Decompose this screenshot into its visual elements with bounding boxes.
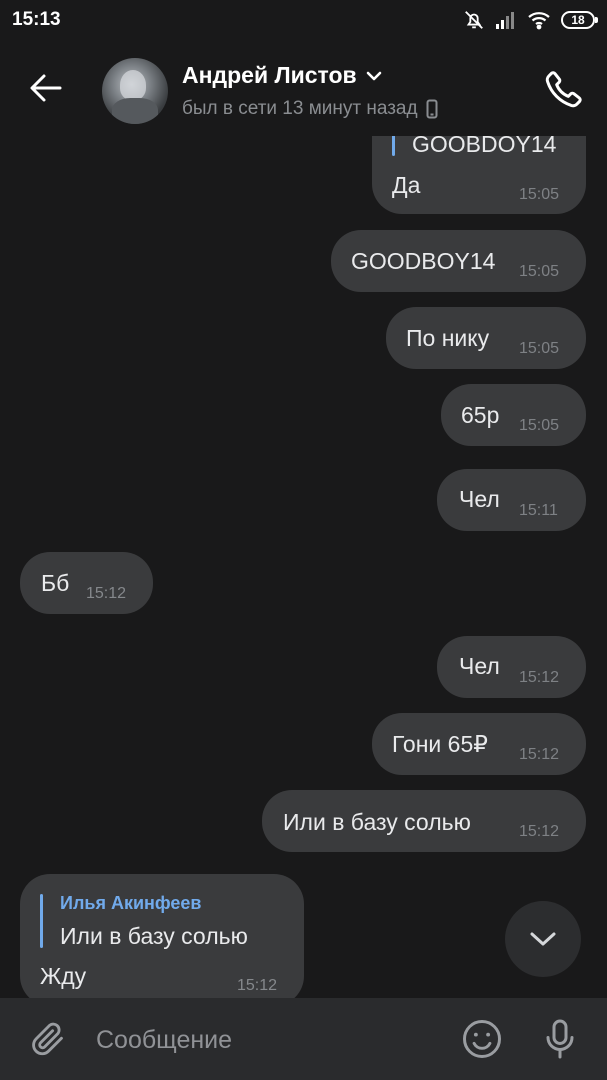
signal-icon [495, 10, 517, 30]
message-time: 15:12 [519, 669, 560, 686]
status-time: 15:13 [12, 9, 61, 30]
last-seen-text: был в сети 13 минут назад [182, 98, 418, 119]
message-text: Гони 65₽ [392, 731, 488, 757]
message-time: 15:05 [519, 417, 560, 434]
message-time: 15:12 [519, 823, 560, 840]
message-bubble-outgoing[interactable]: Гони 65₽ 15:12 [372, 713, 586, 775]
wifi-icon [527, 10, 551, 30]
emoji-button[interactable] [460, 1017, 504, 1061]
message-text: Чел [459, 486, 500, 512]
contact-status: был в сети 13 минут назад [182, 98, 438, 120]
message-bubble-incoming[interactable]: Илья Акинфеев Или в базу солью Жду 15:12 [20, 874, 304, 1006]
status-icons: 18 [463, 8, 598, 32]
microphone-icon [546, 1019, 574, 1059]
back-button[interactable] [20, 64, 72, 112]
message-text: Жду [40, 963, 87, 989]
status-bar: 15:13 18 [0, 0, 607, 40]
message-time: 15:12 [237, 977, 278, 994]
chat-header: Андрей Листов был в сети 13 минут назад [0, 40, 607, 136]
message-composer [0, 998, 607, 1080]
message-bubble-outgoing[interactable]: Или в базу солью 15:12 [262, 790, 586, 852]
message-text: GOODBOY14 [351, 248, 496, 274]
message-bubble-outgoing[interactable]: 65р 15:05 [441, 384, 586, 446]
message-time: 15:05 [519, 186, 560, 203]
message-bubble-outgoing[interactable]: По нику 15:05 [386, 307, 586, 369]
battery-icon: 18 [561, 11, 598, 29]
scroll-down-button[interactable] [505, 901, 581, 977]
emoji-icon [463, 1020, 501, 1058]
message-bubble-outgoing[interactable]: Чел 15:12 [437, 636, 586, 698]
message-text: Бб [41, 570, 70, 596]
message-text: 65р [461, 402, 500, 428]
chevron-down-icon [366, 71, 382, 80]
message-time: 15:05 [519, 340, 560, 357]
message-text: Да [392, 172, 421, 198]
paperclip-icon [32, 1022, 63, 1056]
message-time: 15:05 [519, 263, 560, 280]
reply-author: Илья Акинфеев [60, 893, 202, 913]
message-text: Чел [459, 653, 500, 679]
call-button[interactable] [541, 66, 587, 112]
message-time: 15:12 [86, 585, 127, 602]
message-time: 15:12 [519, 746, 560, 763]
reply-quote: Или в базу солью [60, 923, 248, 949]
mute-icon [463, 9, 485, 31]
message-text: По нику [406, 325, 490, 351]
reply-bar [40, 894, 43, 948]
contact-name-button[interactable]: Андрей Листов [182, 62, 383, 89]
voice-message-button[interactable] [538, 1015, 582, 1063]
mobile-device-icon [426, 99, 438, 119]
message-bubble-incoming[interactable]: Бб 15:12 [20, 552, 153, 614]
message-text: Или в базу солью [283, 809, 471, 835]
message-input[interactable] [96, 1020, 436, 1060]
message-bubble-outgoing[interactable]: Чел 15:11 [437, 469, 586, 531]
phone-icon [545, 71, 582, 108]
chevron-down-icon [530, 932, 556, 946]
back-arrow-icon [30, 74, 62, 102]
message-time: 15:11 [519, 502, 558, 519]
message-bubble-outgoing[interactable]: GOODBOY14 15:05 [331, 230, 586, 292]
attach-button[interactable] [26, 1016, 70, 1062]
avatar[interactable] [102, 58, 168, 124]
contact-name: Андрей Листов [182, 62, 357, 88]
